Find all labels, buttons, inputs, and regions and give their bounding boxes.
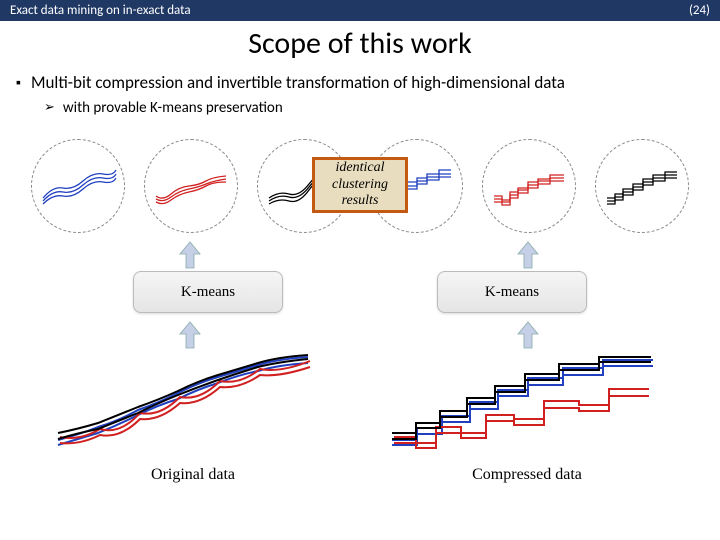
- bullet-sub: with provable K-means preservation: [44, 99, 704, 117]
- arrow-up-icon: [516, 240, 540, 270]
- cluster-circle-smooth-blue: [31, 139, 125, 233]
- slide-title: Scope of this work: [0, 25, 720, 62]
- arrow-up-icon: [178, 320, 202, 350]
- kmeans-label: K-means: [181, 284, 235, 301]
- kmeans-label: K-means: [485, 284, 539, 301]
- compressed-data-plot: [382, 345, 662, 455]
- kmeans-box-right: K-means: [437, 271, 587, 313]
- original-data-plot: [48, 345, 328, 455]
- header-title: Exact data mining on in-exact data: [10, 3, 191, 18]
- original-data-label: Original data: [48, 466, 338, 484]
- data-plots-row: Original data Compressed data: [16, 345, 704, 484]
- cluster-circle-smooth-red: [144, 139, 238, 233]
- diagram: identical clustering results K-means K-m…: [16, 139, 704, 509]
- header-bar: Exact data mining on in-exact data (24): [0, 0, 720, 21]
- cluster-circle-step-red: [482, 139, 576, 233]
- identical-results-box: identical clustering results: [312, 157, 408, 213]
- content-area: Multi-bit compression and invertible tra…: [0, 62, 720, 509]
- bullet-main: Multi-bit compression and invertible tra…: [16, 72, 704, 93]
- compressed-data-label: Compressed data: [382, 466, 672, 484]
- cluster-circle-step-black: [595, 139, 689, 233]
- bullet-sub-text: with provable K-means preservation: [63, 99, 283, 117]
- kmeans-box-left: K-means: [133, 271, 283, 313]
- identical-results-text: identical clustering results: [315, 160, 405, 210]
- compressed-data-panel: Compressed data: [382, 345, 672, 484]
- kmeans-row: K-means K-means: [16, 271, 704, 313]
- original-data-panel: Original data: [48, 345, 338, 484]
- page-number: (24): [689, 3, 710, 18]
- bullet-main-text: Multi-bit compression and invertible tra…: [31, 72, 565, 93]
- arrow-up-icon: [178, 240, 202, 270]
- arrow-up-icon: [516, 320, 540, 350]
